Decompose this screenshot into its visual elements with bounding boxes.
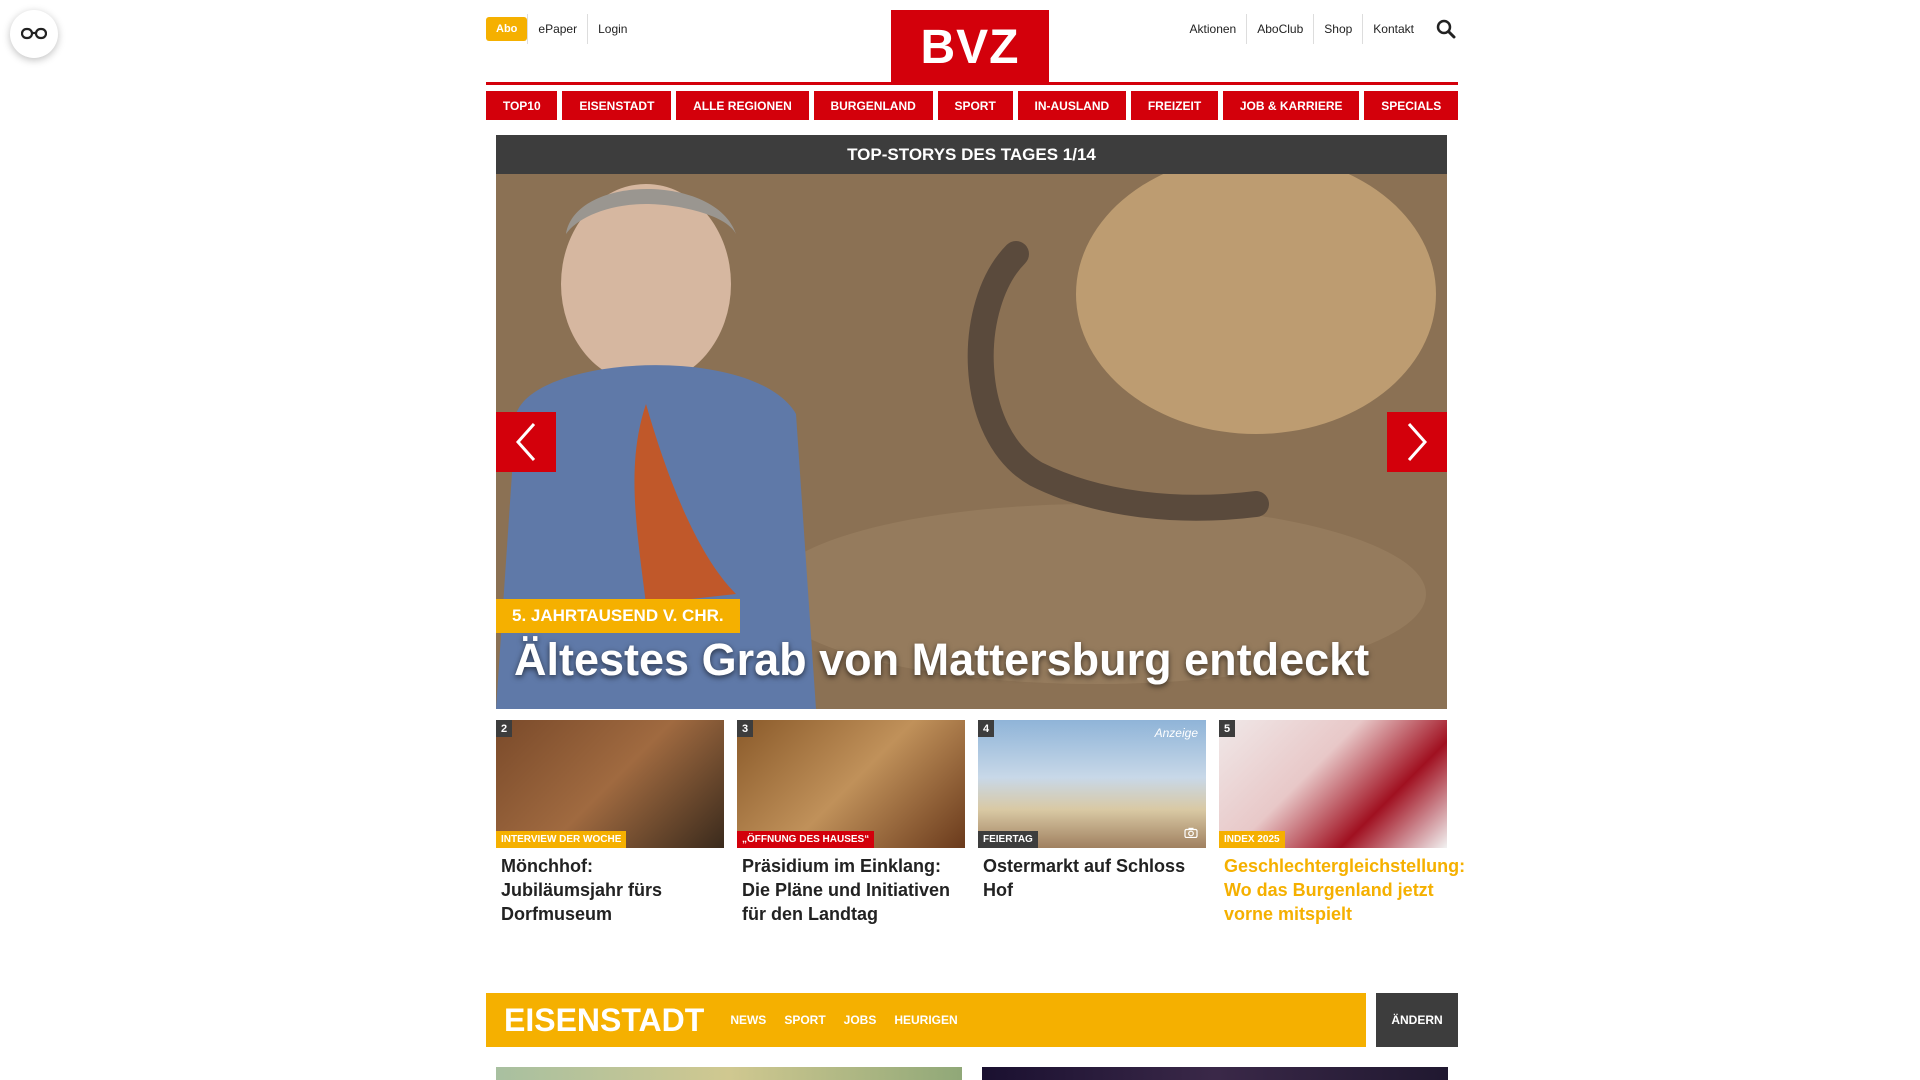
story-image: 2 INTERVIEW DER WOCHE	[496, 720, 724, 848]
story-title[interactable]: Geschlechtergleichstellung: Wo das Burge…	[1219, 848, 1465, 926]
story-image: 3 „ÖFFNUNG DES HAUSES“	[737, 720, 965, 848]
story-number: 3	[737, 720, 753, 737]
nav-item-freizeit[interactable]: FREIZEIT	[1131, 91, 1219, 120]
main-nav: TOP10 EISENSTADT ALLE REGIONEN BURGENLAN…	[486, 91, 1459, 120]
section-title[interactable]: EISENSTADT	[486, 1002, 704, 1039]
utility-nav-left: Abo ePaper Login	[486, 14, 637, 44]
reader-mode-button[interactable]	[10, 10, 58, 58]
section-link-news[interactable]: NEWS	[730, 1013, 766, 1027]
story-kicker: INDEX 2025	[1219, 831, 1285, 848]
aktionen-link[interactable]: Aktionen	[1180, 14, 1247, 44]
story-card[interactable]: 4 Anzeige FEIERTAG Ostermarkt auf Schlos…	[978, 720, 1206, 926]
page-container: Abo ePaper Login BVZ Aktionen AboClub Sh…	[486, 0, 1465, 1080]
story-image: 4 Anzeige FEIERTAG	[978, 720, 1206, 848]
carousel-next-button[interactable]	[1387, 412, 1447, 472]
glasses-icon	[21, 27, 47, 40]
section-link-jobs[interactable]: JOBS	[844, 1013, 877, 1027]
teaser-image	[982, 1067, 1448, 1080]
kontakt-link[interactable]: Kontakt	[1362, 14, 1424, 44]
story-title[interactable]: Präsidium im Einklang: Die Pläne und Ini…	[737, 848, 965, 926]
story-card[interactable]: 2 INTERVIEW DER WOCHE Mönchhof: Jubiläum…	[496, 720, 724, 926]
nav-item-specials[interactable]: SPECIALS	[1364, 91, 1459, 120]
story-image: 5 INDEX 2025	[1219, 720, 1447, 848]
epaper-link[interactable]: ePaper	[527, 14, 587, 44]
hero-story[interactable]: 5. JAHRTAUSEND V. CHR. Ältestes Grab von…	[496, 174, 1447, 709]
nav-item-sport[interactable]: SPORT	[937, 91, 1013, 120]
story-kicker: FEIERTAG	[978, 831, 1038, 848]
nav-item-top10[interactable]: TOP10	[486, 91, 558, 120]
nav-item-in-ausland[interactable]: IN-AUSLAND	[1017, 91, 1126, 120]
utility-nav-right: Aktionen AboClub Shop Kontakt	[1180, 14, 1458, 44]
nav-item-eisenstadt[interactable]: EISENSTADT	[562, 91, 672, 120]
ad-label: Anzeige	[1154, 726, 1198, 740]
login-link[interactable]: Login	[587, 14, 637, 44]
search-icon[interactable]	[1434, 17, 1458, 41]
story-number: 2	[496, 720, 512, 737]
bvz-logo[interactable]: BVZ	[891, 10, 1049, 84]
story-kicker: INTERVIEW DER WOCHE	[496, 831, 627, 848]
nav-item-job-karriere[interactable]: JOB & KARRIERE	[1223, 91, 1360, 120]
aboclub-link[interactable]: AboClub	[1246, 14, 1313, 44]
story-number: 5	[1219, 720, 1235, 737]
nav-item-burgenland[interactable]: BURGENLAND	[813, 91, 933, 120]
story-number: 4	[978, 720, 994, 737]
story-kicker: „ÖFFNUNG DES HAUSES“	[737, 831, 875, 848]
nav-item-alle-regionen[interactable]: ALLE REGIONEN	[676, 91, 809, 120]
story-title[interactable]: Mönchhof: Jubiläumsjahr fürs Dorfmuseum	[496, 848, 724, 926]
top-stories-carousel: TOP-STORYS DES TAGES 1/14 5. JAHRTAUSEND…	[496, 135, 1447, 709]
carousel-prev-button[interactable]	[496, 412, 556, 472]
hero-title[interactable]: Ältestes Grab von Mattersburg entdeckt	[514, 634, 1369, 686]
story-cards: 2 INTERVIEW DER WOCHE Mönchhof: Jubiläum…	[496, 720, 1465, 926]
hero-kicker: 5. JAHRTAUSEND V. CHR.	[496, 599, 740, 633]
site-header: Abo ePaper Login BVZ Aktionen AboClub Sh…	[486, 0, 1458, 85]
chevron-right-icon	[1407, 423, 1428, 461]
change-region-button[interactable]: ÄNDERN	[1376, 993, 1458, 1047]
story-card[interactable]: 3 „ÖFFNUNG DES HAUSES“ Präsidium im Eink…	[737, 720, 965, 926]
story-card[interactable]: 5 INDEX 2025 Geschlechtergleichstellung:…	[1219, 720, 1465, 926]
abo-button[interactable]: Abo	[486, 17, 528, 41]
teaser-image	[496, 1067, 962, 1080]
shop-link[interactable]: Shop	[1313, 14, 1362, 44]
chevron-left-icon	[515, 423, 536, 461]
story-title[interactable]: Ostermarkt auf Schloss Hof	[978, 848, 1206, 902]
camera-icon	[1184, 825, 1198, 843]
carousel-heading: TOP-STORYS DES TAGES 1/14	[496, 135, 1447, 174]
section-link-sport[interactable]: SPORT	[784, 1013, 825, 1027]
region-section-bar: EISENSTADT NEWS SPORT JOBS HEURIGEN	[486, 993, 1366, 1047]
section-link-heurigen[interactable]: HEURIGEN	[894, 1013, 957, 1027]
